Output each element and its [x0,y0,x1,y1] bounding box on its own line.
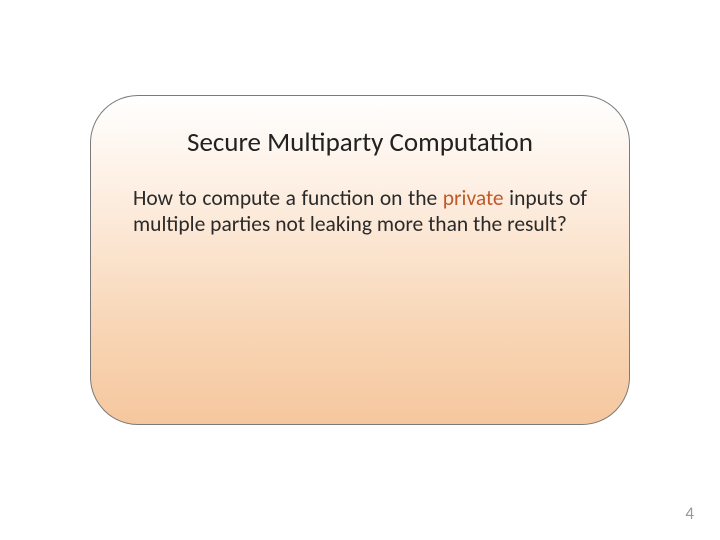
page-number: 4 [685,503,694,524]
content-card: Secure Multiparty Computation How to com… [90,95,630,425]
body-text-segment: How to compute a function on the [133,185,443,211]
card-body: How to compute a function on the private… [131,185,589,237]
card-title: Secure Multiparty Computation [131,126,589,159]
body-text-private: private [443,185,504,211]
